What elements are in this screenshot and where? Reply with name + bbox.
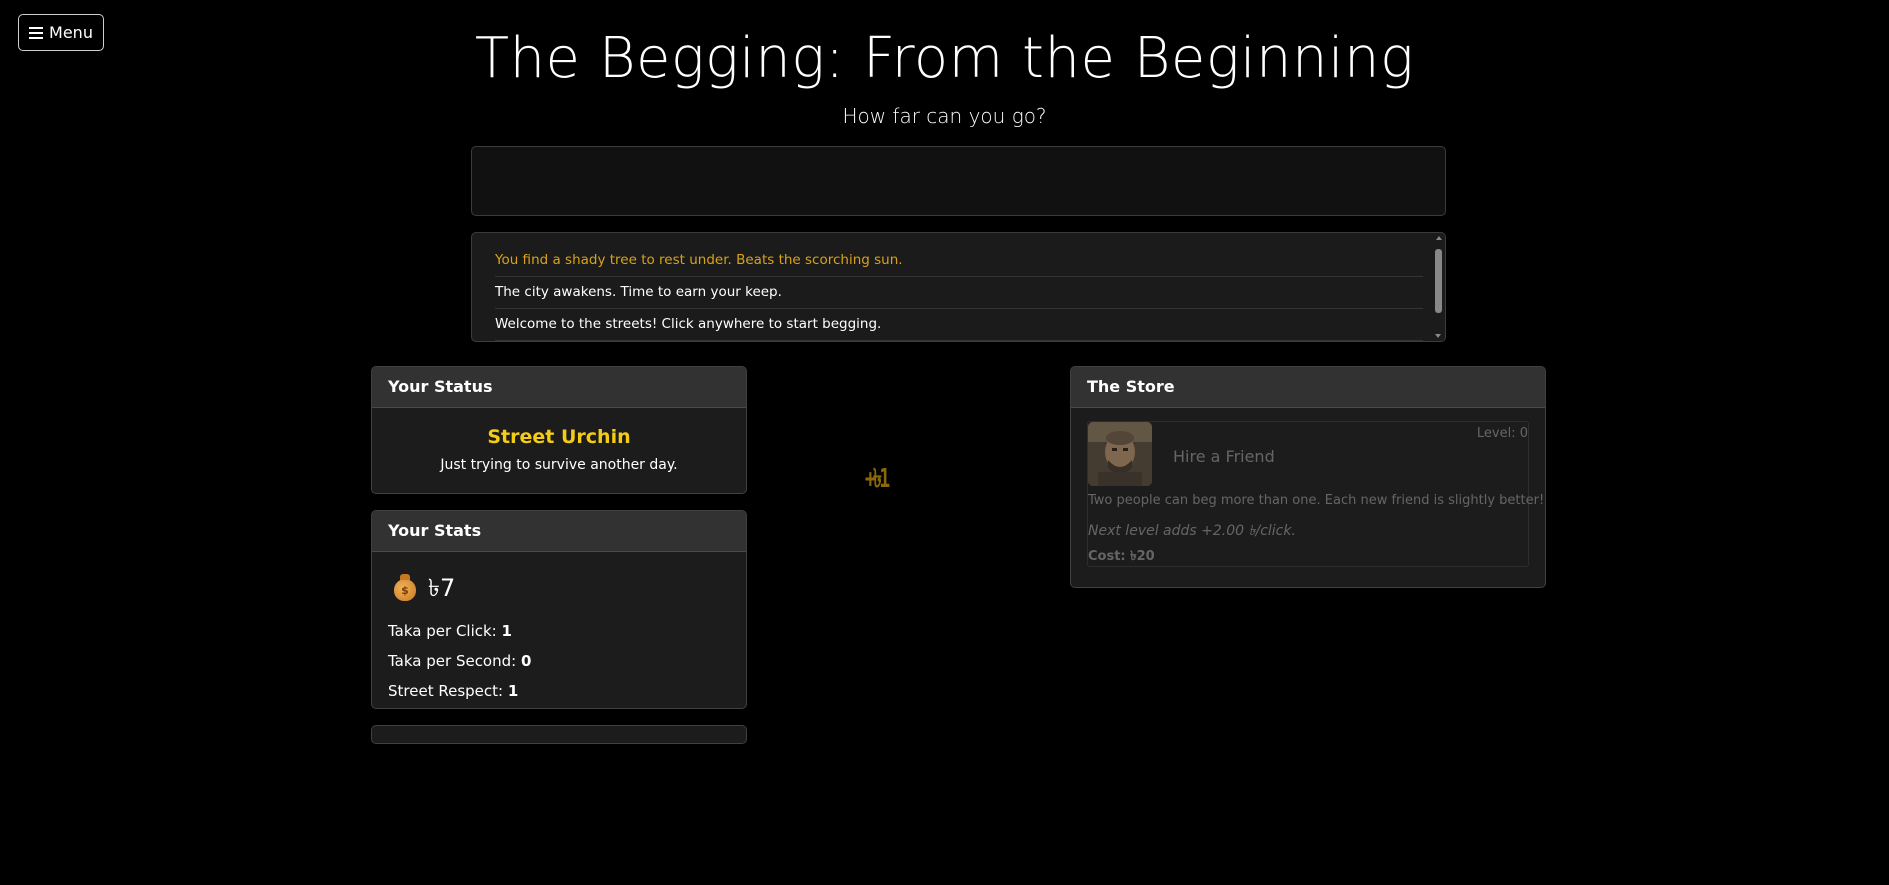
log-message: The city awakens. Time to earn your keep… [495, 277, 1423, 309]
friend-portrait-icon [1088, 422, 1152, 486]
message-log: You find a shady tree to rest under. Bea… [471, 232, 1446, 342]
money-amount: ৳7 [428, 574, 456, 602]
store-heading: The Store [1071, 367, 1545, 408]
money-bag-icon: $ [394, 574, 416, 601]
page-title: The Begging: From the Beginning [474, 26, 1415, 91]
log-scrollbar[interactable] [1434, 236, 1443, 338]
store-item-next-level: Next level adds +2.00 ৳/click. [1088, 523, 1296, 539]
street-respect: Street Respect: 1 [388, 682, 519, 700]
click-area-banner[interactable] [471, 146, 1446, 216]
rank-description: Just trying to survive another day. [440, 457, 678, 473]
log-message: You find a shady tree to rest under. Bea… [495, 245, 1423, 277]
scroll-down-icon[interactable] [1435, 334, 1441, 338]
store-item-description: Two people can beg more than one. Each n… [1088, 493, 1545, 508]
rank-title: Street Urchin [487, 426, 631, 448]
store-item-level: Level: 0 [1476, 426, 1528, 441]
store-panel: The Store Hire a Friend Level: 0 Two peo… [1070, 366, 1546, 588]
store-item-name: Hire a Friend [1173, 447, 1275, 466]
empty-panel [371, 725, 747, 744]
money-display: $ ৳7 [394, 570, 730, 610]
store-item-cost: Cost: ৳20 [1088, 549, 1155, 564]
taka-per-second: Taka per Second: 0 [388, 652, 532, 670]
page-subtitle: How far can you go? [842, 104, 1047, 128]
status-heading: Your Status [372, 367, 746, 408]
stats-heading: Your Stats [372, 511, 746, 552]
log-message: Welcome to the streets! Click anywhere t… [495, 309, 1423, 341]
stats-panel: Your Stats $ ৳7 Taka per Click: 1 Taka p… [371, 510, 747, 709]
floating-gain-text: +৳1 [864, 464, 890, 494]
status-panel: Your Status Street Urchin Just trying to… [371, 366, 747, 494]
store-item-hire-friend[interactable]: Hire a Friend Level: 0 Two people can be… [1087, 421, 1544, 567]
scroll-up-icon[interactable] [1435, 236, 1442, 240]
taka-per-click: Taka per Click: 1 [388, 622, 512, 640]
scroll-thumb[interactable] [1435, 249, 1442, 313]
